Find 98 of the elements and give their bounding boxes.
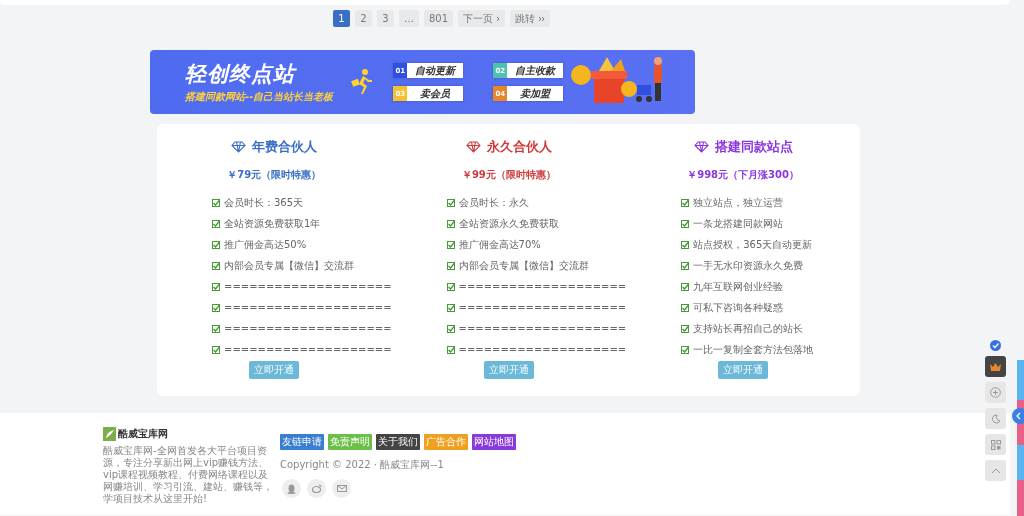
diamond-icon xyxy=(231,141,247,153)
copyright-text: Copyright © 2022 · 酷威宝库网--1 xyxy=(280,458,445,472)
checkbox-icon xyxy=(446,261,455,270)
banner-subtitle: 搭建同款网站--自己当站长当老板 xyxy=(185,90,334,104)
feature-text: 一手无水印资源永久免费 xyxy=(693,258,804,273)
footer-link[interactable]: 关于我们 xyxy=(376,434,420,450)
feature-text: 推广佣金高达70% xyxy=(458,237,541,252)
site-logo: 酷威宝库网 xyxy=(118,427,168,441)
checkbox-icon xyxy=(681,282,690,291)
feature-text: ==================== xyxy=(224,302,392,313)
leaf-logo-icon xyxy=(103,427,116,441)
checkbox-icon xyxy=(212,345,220,354)
checkbox-icon xyxy=(681,261,690,270)
weibo-icon xyxy=(311,484,322,493)
moon-button[interactable] xyxy=(985,408,1006,429)
plan-title: 年费合伙人 xyxy=(252,138,318,156)
crown-button[interactable] xyxy=(985,356,1006,377)
checkbox-icon xyxy=(212,303,220,312)
page-button[interactable]: 3 xyxy=(377,10,394,27)
checkbox-icon xyxy=(212,198,220,207)
page-button[interactable]: 2 xyxy=(355,10,372,27)
chevron-icon xyxy=(496,15,501,22)
feature-text: 支持站长再招自己的站长 xyxy=(693,321,804,336)
checkbox-icon xyxy=(446,282,455,291)
mail-icon xyxy=(336,485,347,492)
checkbox-icon xyxy=(681,219,690,228)
feature-text: 会员时长：永久 xyxy=(458,195,529,210)
site-description: 酷威宝库网-全网首发各大平台项目资源，专注分享新出网上vip赚钱方法、vip课程视频教程、付费网络课程以及网赚培训、学习引流、建站、赚钱等，学项目技术从这里开始! xyxy=(103,445,274,505)
feature-text: ==================== xyxy=(224,323,392,334)
feature-text: ==================== xyxy=(458,344,627,355)
footer-link[interactable]: 免责声明 xyxy=(328,434,372,450)
footer-link[interactable]: 广告合作 xyxy=(424,434,468,450)
footer-link[interactable]: 友链申请 xyxy=(280,434,324,450)
feature-text: 推广佣金高达50% xyxy=(224,237,307,252)
chevron-up-icon xyxy=(990,467,1001,474)
feature-text: 全站资源永久免费获取 xyxy=(458,216,559,231)
qr-code-button[interactable] xyxy=(985,434,1006,455)
diamond-icon xyxy=(465,141,481,153)
feature-text: ==================== xyxy=(458,281,627,292)
diamond-icon xyxy=(693,141,709,153)
mail-button[interactable] xyxy=(332,479,351,498)
checkbox-icon xyxy=(212,240,220,249)
checkbox-icon xyxy=(681,345,690,354)
feature-text: 站点授权，365天自动更新 xyxy=(693,237,813,252)
double-chevron-icon xyxy=(538,15,546,22)
subscribe-button[interactable]: 立即开通 xyxy=(483,361,534,379)
checkbox-icon xyxy=(681,324,690,333)
verified-icon xyxy=(990,340,1001,351)
feature-text: 独立站点，独立运营 xyxy=(693,195,784,210)
feature-text: ==================== xyxy=(224,281,392,292)
page-button[interactable]: 下一页 xyxy=(458,10,506,27)
feature-text: ==================== xyxy=(458,302,627,313)
checkbox-icon xyxy=(681,303,690,312)
add-button[interactable] xyxy=(985,382,1006,403)
checkbox-icon xyxy=(446,198,455,207)
checkbox-icon xyxy=(446,240,455,249)
feature-text: 内部会员专属【微信】交流群 xyxy=(458,258,589,273)
checkbox-icon xyxy=(446,345,455,354)
checkbox-icon xyxy=(446,303,455,312)
page-button[interactable]: 1 xyxy=(333,10,350,27)
running-person-icon xyxy=(351,69,374,95)
feature-text: 九年互联网创业经验 xyxy=(693,279,784,294)
checkbox-icon xyxy=(212,261,220,270)
subscribe-button[interactable]: 立即开通 xyxy=(718,361,769,379)
footer-link[interactable]: 网站地图 xyxy=(472,434,516,450)
plan-price: ￥79元（限时特惠） xyxy=(227,168,322,182)
plus-icon xyxy=(990,387,1001,398)
page-button[interactable]: … xyxy=(399,10,419,27)
page-button[interactable]: 801 xyxy=(424,10,454,27)
plan-price: ￥998元（下月涨300） xyxy=(687,168,799,182)
feature-text: 一条龙搭建同款网站 xyxy=(693,216,784,231)
plan-title: 永久合伙人 xyxy=(486,138,552,156)
feature-text: 可私下咨询各种疑惑 xyxy=(693,300,784,315)
feature-text: 一比一复制全套方法包落地 xyxy=(693,342,814,357)
penguin-icon xyxy=(287,483,296,494)
checkbox-icon xyxy=(681,240,690,249)
qr-code-icon xyxy=(990,439,1001,450)
feature-text: 内部会员专属【微信】交流群 xyxy=(224,258,354,273)
subscribe-button[interactable]: 立即开通 xyxy=(249,361,300,379)
weibo-button[interactable] xyxy=(307,479,326,498)
page-button[interactable]: 跳转 xyxy=(510,10,551,27)
checkbox-icon xyxy=(446,324,455,333)
checkbox-icon xyxy=(446,219,455,228)
checkbox-icon xyxy=(212,282,220,291)
feature-text: 会员时长：365天 xyxy=(224,195,304,210)
qq-button[interactable] xyxy=(282,479,301,498)
checkbox-icon xyxy=(212,219,220,228)
banner-title: 轻创终点站 xyxy=(185,61,298,88)
feature-text: 全站资源免费获取1年 xyxy=(224,216,321,231)
crown-icon xyxy=(990,362,1001,371)
plan-title: 搭建同款站点 xyxy=(714,138,793,156)
checkbox-icon xyxy=(212,324,220,333)
plan-price: ￥99元（限时特惠） xyxy=(461,168,556,182)
checkbox-icon xyxy=(681,198,690,207)
feature-text: ==================== xyxy=(224,344,392,355)
collapse-tab-icon[interactable] xyxy=(1012,408,1024,424)
moon-icon xyxy=(990,413,1001,424)
feature-text: ==================== xyxy=(458,323,627,334)
